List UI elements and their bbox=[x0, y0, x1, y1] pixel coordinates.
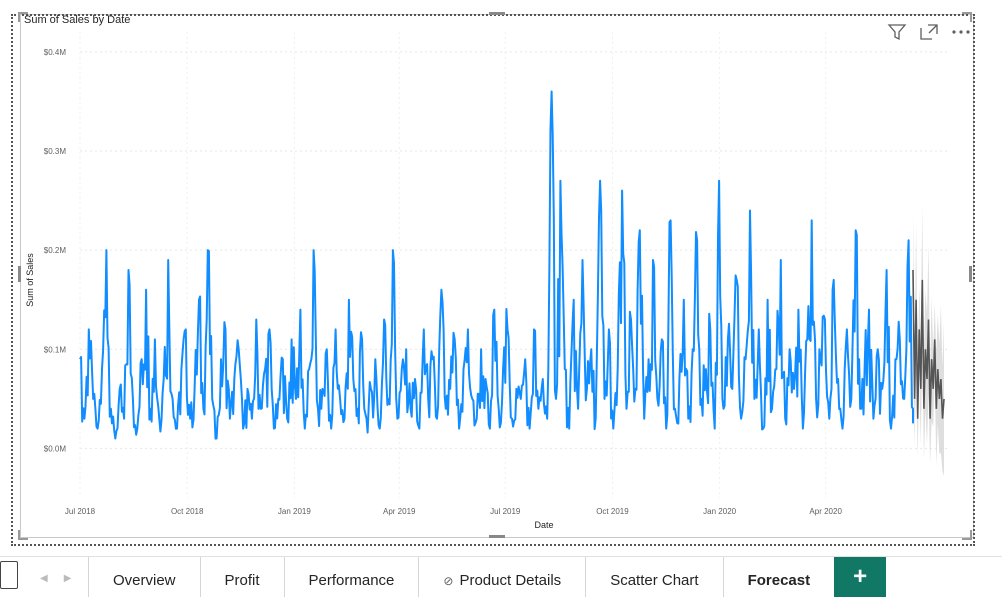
y-tick-label: $0.1M bbox=[44, 345, 67, 354]
x-tick-label: Oct 2019 bbox=[596, 507, 629, 516]
resize-handle-right[interactable] bbox=[969, 266, 972, 282]
tab-label: Forecast bbox=[747, 572, 811, 589]
report-canvas: Sum of Sales by Date $0.4M $0.3M $0.2M $0.1… bbox=[0, 0, 1002, 552]
resize-handle-top[interactable] bbox=[489, 12, 505, 15]
page-scroll-arrows[interactable]: ◀▶ bbox=[40, 573, 87, 584]
y-axis-title: Sum of Sales bbox=[25, 253, 35, 307]
x-tick-label: Jan 2019 bbox=[278, 507, 311, 516]
chart-plot: $0.4M $0.3M $0.2M $0.1M $0.0M Jul 2018 Oct 201… bbox=[25, 32, 948, 530]
tab-label: Product Details bbox=[459, 572, 562, 589]
add-page-button[interactable]: + bbox=[834, 557, 887, 597]
x-tick-label: Jul 2018 bbox=[65, 507, 96, 516]
tab-forecast[interactable]: Forecast bbox=[722, 557, 835, 597]
tab-label: Performance bbox=[308, 572, 395, 589]
x-tick-label: Apr 2020 bbox=[809, 507, 842, 516]
tab-profit[interactable]: Profit bbox=[199, 557, 284, 597]
tab-performance[interactable]: Performance bbox=[283, 557, 419, 597]
y-tick-label: $0.0M bbox=[44, 444, 67, 453]
resize-handle-bottom-right[interactable] bbox=[962, 530, 972, 540]
x-tick-label: Oct 2018 bbox=[171, 507, 204, 516]
tab-scatter-chart[interactable]: Scatter Chart bbox=[585, 557, 722, 597]
tab-overview[interactable]: Overview bbox=[88, 557, 200, 597]
x-tick-label: Jan 2020 bbox=[703, 507, 736, 516]
hidden-page-icon: ⊘ bbox=[443, 574, 454, 588]
page-tabs: Overview Profit Performance ⊘ Product Detail… bbox=[88, 557, 887, 597]
y-tick-label: $0.3M bbox=[44, 147, 67, 156]
x-tick-label: Apr 2019 bbox=[383, 507, 416, 516]
tab-label: Scatter Chart bbox=[610, 572, 699, 589]
x-tick-label: Jul 2019 bbox=[490, 507, 521, 516]
y-tick-label: $0.2M bbox=[44, 246, 67, 255]
y-tick-label: $0.4M bbox=[44, 48, 67, 57]
tab-label: Profit bbox=[224, 572, 260, 589]
resize-handle-top-right[interactable] bbox=[962, 12, 972, 22]
tab-product-details[interactable]: ⊘ Product Details bbox=[418, 557, 585, 597]
tab-label: Overview bbox=[113, 572, 176, 589]
visual-title: Sum of Sales by Date bbox=[24, 14, 131, 26]
page-navigator-icon[interactable] bbox=[0, 561, 18, 589]
sales-actual-line bbox=[79, 90, 914, 440]
x-axis-title: Date bbox=[534, 520, 553, 530]
page-tab-bar: ◀▶ Overview Profit Performance ⊘ Product Det… bbox=[0, 556, 1002, 597]
